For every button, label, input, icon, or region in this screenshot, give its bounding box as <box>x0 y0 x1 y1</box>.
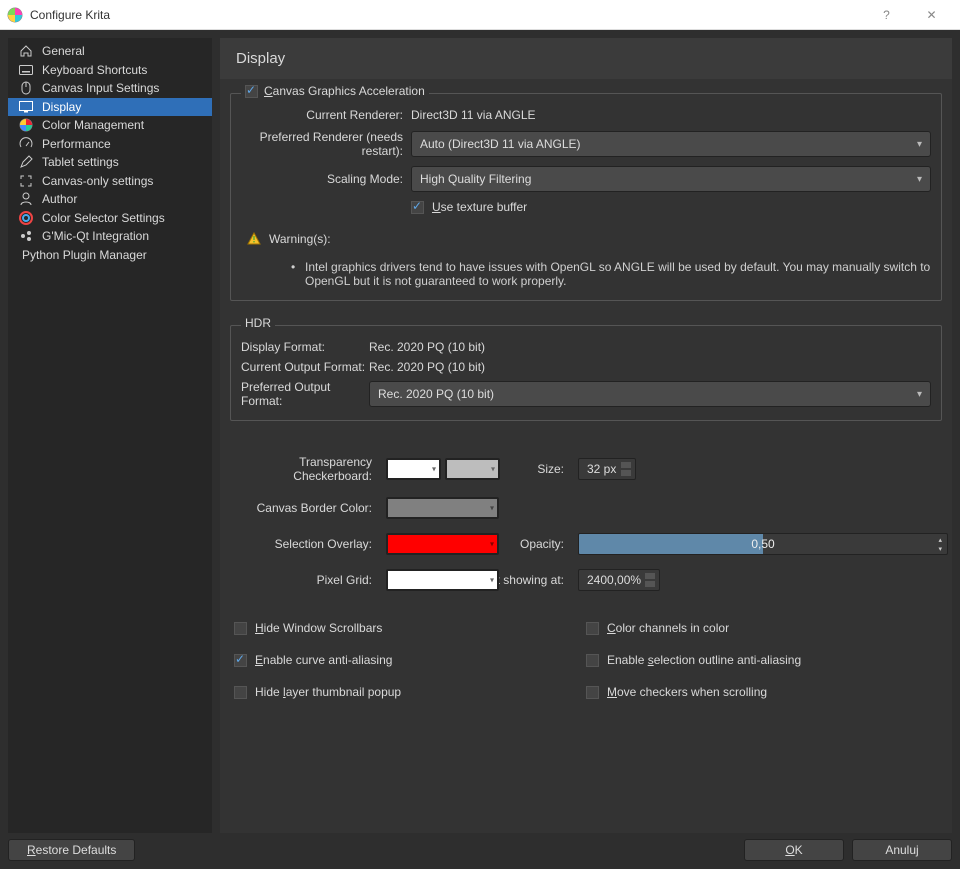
category-sidebar: General Keyboard Shortcuts Canvas Input … <box>8 38 212 833</box>
transparency-color2-button[interactable]: ▾ <box>445 458 500 480</box>
hide-scrollbars-label: Hide Window Scrollbars <box>255 621 382 635</box>
size-spinbox[interactable]: 32 px ▴▾ <box>578 458 636 480</box>
dialog-footer: Restore Defaults OK Anuluj <box>8 833 952 861</box>
sidebar-item-author[interactable]: Author <box>8 190 212 209</box>
current-renderer-label: Current Renderer: <box>241 108 411 122</box>
sidebar-item-python[interactable]: Python Plugin Manager <box>8 246 212 265</box>
cancel-button[interactable]: Anuluj <box>852 839 952 861</box>
sidebar-item-label: Canvas Input Settings <box>42 81 159 95</box>
page-title: Display <box>220 38 952 79</box>
display-icon <box>18 99 34 115</box>
pixel-grid-label: Pixel Grid: <box>230 573 380 587</box>
sidebar-item-performance[interactable]: Performance <box>8 135 212 154</box>
scaling-mode-combo[interactable]: High Quality Filtering <box>411 166 931 192</box>
dialog-body: General Keyboard Shortcuts Canvas Input … <box>0 30 960 869</box>
close-button[interactable]: ✕ <box>909 0 954 30</box>
opacity-slider[interactable]: 0,50 ▴▾ <box>578 533 948 555</box>
transparency-label: Transparency Checkerboard: <box>230 455 380 483</box>
hide-scrollbars-checkbox[interactable] <box>234 622 247 635</box>
sidebar-item-color-selector[interactable]: Color Selector Settings <box>8 209 212 228</box>
size-label: Size: <box>512 462 572 476</box>
help-button[interactable]: ? <box>864 0 909 30</box>
warning-bullet: Intel graphics drivers tend to have issu… <box>281 260 931 288</box>
sidebar-item-label: Canvas-only settings <box>42 174 153 188</box>
sidebar-item-canvas-only[interactable]: Canvas-only settings <box>8 172 212 191</box>
sidebar-item-tablet[interactable]: Tablet settings <box>8 153 212 172</box>
user-icon <box>18 191 34 207</box>
curve-aa-label: Enable curve anti-aliasing <box>255 653 392 667</box>
sidebar-item-label: Performance <box>42 137 111 151</box>
sel-outline-aa-label: Enable selection outline anti-aliasing <box>607 653 801 667</box>
pen-icon <box>18 154 34 170</box>
sidebar-item-general[interactable]: General <box>8 42 212 61</box>
curve-aa-checkbox[interactable] <box>234 654 247 667</box>
warnings-label: Warning(s): <box>269 232 331 246</box>
canvas-border-color-button[interactable]: ▾ <box>386 497 499 519</box>
canvas-border-label: Canvas Border Color: <box>230 501 380 515</box>
display-format-value: Rec. 2020 PQ (10 bit) <box>369 340 931 354</box>
sidebar-item-gmic[interactable]: G'Mic-Qt Integration <box>8 227 212 246</box>
main-panel: Display Canvas Graphics Acceleration Cur… <box>220 38 952 833</box>
home-icon <box>18 43 34 59</box>
color-wheel-icon <box>18 117 34 133</box>
sidebar-item-label: Keyboard Shortcuts <box>42 63 147 77</box>
sidebar-item-label: G'Mic-Qt Integration <box>42 229 149 243</box>
hide-thumb-checkbox[interactable] <box>234 686 247 699</box>
sidebar-item-label: Tablet settings <box>42 155 119 169</box>
current-output-label: Current Output Format: <box>241 360 369 374</box>
sidebar-item-keyboard[interactable]: Keyboard Shortcuts <box>8 61 212 80</box>
app-logo-icon <box>6 6 24 24</box>
current-output-value: Rec. 2020 PQ (10 bit) <box>369 360 931 374</box>
sidebar-item-label: Color Management <box>42 118 144 132</box>
configure-krita-window: Configure Krita ? ✕ General Keyboard Sho… <box>0 0 960 869</box>
texture-buffer-checkbox[interactable] <box>411 201 424 214</box>
sidebar-item-label: Python Plugin Manager <box>22 248 147 262</box>
keyboard-icon <box>18 62 34 78</box>
pref-renderer-label: Preferred Renderer (needs restart): <box>241 130 411 158</box>
transparency-color1-button[interactable]: ▾ <box>386 458 441 480</box>
scaling-mode-label: Scaling Mode: <box>241 172 411 186</box>
titlebar: Configure Krita ? ✕ <box>0 0 960 30</box>
selection-overlay-label: Selection Overlay: <box>230 537 380 551</box>
sidebar-item-label: Color Selector Settings <box>42 211 165 225</box>
display-format-label: Display Format: <box>241 340 369 354</box>
ok-button[interactable]: OK <box>744 839 844 861</box>
sidebar-item-color-mgmt[interactable]: Color Management <box>8 116 212 135</box>
fullscreen-icon <box>18 173 34 189</box>
color-ring-icon <box>18 210 34 226</box>
speedometer-icon <box>18 136 34 152</box>
texture-buffer-label: Use texture buffer <box>432 200 527 214</box>
pixel-grid-color-button[interactable]: ▾ <box>386 569 499 591</box>
mouse-icon <box>18 80 34 96</box>
move-checkers-checkbox[interactable] <box>586 686 599 699</box>
hdr-groupbox: HDR Display Format: Rec. 2020 PQ (10 bit… <box>230 325 942 421</box>
pref-renderer-combo[interactable]: Auto (Direct3D 11 via ANGLE) <box>411 131 931 157</box>
selection-overlay-color-button[interactable]: ▾ <box>386 533 499 555</box>
accel-groupbox: Canvas Graphics Acceleration Current Ren… <box>230 93 942 301</box>
warning-icon <box>247 232 261 246</box>
restore-defaults-button[interactable]: Restore Defaults <box>8 839 135 861</box>
color-channels-label: Color channels in color <box>607 621 729 635</box>
sidebar-item-label: Author <box>42 192 77 206</box>
sel-outline-aa-checkbox[interactable] <box>586 654 599 667</box>
current-renderer-value: Direct3D 11 via ANGLE <box>411 108 931 122</box>
hide-thumb-label: Hide layer thumbnail popup <box>255 685 401 699</box>
move-checkers-label: Move checkers when scrolling <box>607 685 767 699</box>
accel-enable-checkbox[interactable] <box>245 85 258 98</box>
color-channels-checkbox[interactable] <box>586 622 599 635</box>
window-controls: ? ✕ <box>864 0 954 30</box>
pref-output-combo[interactable]: Rec. 2020 PQ (10 bit) <box>369 381 931 407</box>
sidebar-item-label: Display <box>42 100 81 114</box>
sidebar-item-display[interactable]: Display <box>8 98 212 117</box>
pref-output-label: Preferred Output Format: <box>241 380 369 408</box>
window-title: Configure Krita <box>30 8 864 22</box>
accel-group-label: Canvas Graphics Acceleration <box>264 84 425 98</box>
sidebar-item-label: General <box>42 44 85 58</box>
sidebar-item-canvas-input[interactable]: Canvas Input Settings <box>8 79 212 98</box>
start-showing-spinbox[interactable]: 2400,00% ▴▾ <box>578 569 660 591</box>
gmic-icon <box>18 228 34 244</box>
hdr-group-label: HDR <box>245 316 271 330</box>
opacity-label: Opacity: <box>512 537 572 551</box>
